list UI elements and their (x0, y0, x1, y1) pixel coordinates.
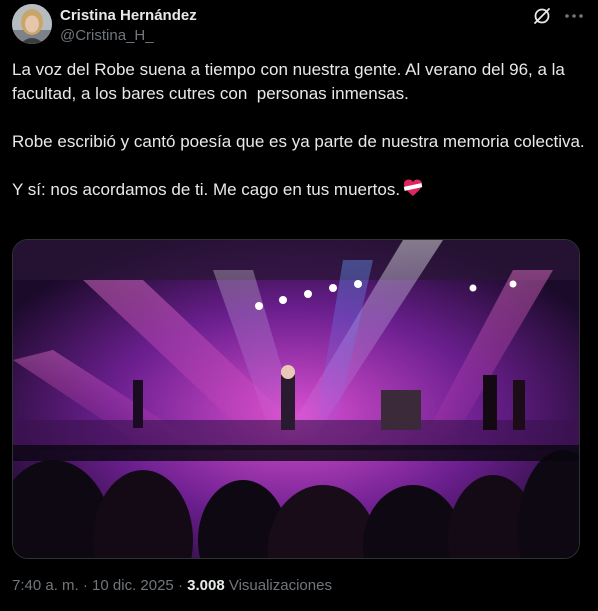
author-display-name[interactable]: Cristina Hernández (60, 6, 197, 26)
concert-photo-image (13, 240, 579, 558)
meta-separator: · (78, 577, 93, 594)
avatar[interactable] (12, 4, 52, 44)
tweet-paragraph-1: La voz del Robe suena a tiempo con nuest… (12, 60, 570, 103)
more-icon[interactable] (562, 6, 586, 26)
views-label[interactable]: Visualizaciones (225, 577, 332, 594)
tweet-paragraph-2: Robe escribió y cantó poesía que es ya p… (12, 132, 585, 151)
tweet-header: Cristina Hernández @Cristina_H_ (12, 4, 586, 48)
tweet-date[interactable]: 10 dic. 2025 (92, 577, 174, 594)
concert-photo[interactable] (12, 239, 580, 559)
tweet-time[interactable]: 7:40 a. m. (12, 577, 79, 594)
grok-icon[interactable] (532, 6, 552, 26)
tweet-meta: 7:40 a. m. · 10 dic. 2025 · 3.008 Visual… (12, 576, 332, 596)
heart-bandaged-icon (403, 179, 423, 196)
avatar-image (12, 4, 52, 44)
tweet-paragraph-3: Y sí: nos acordamos de ti. Me cago en tu… (12, 180, 401, 199)
author-handle[interactable]: @Cristina_H_ (60, 26, 197, 46)
meta-separator: · (173, 577, 188, 594)
tweet-text: La voz del Robe suena a tiempo con nuest… (12, 58, 586, 202)
views-count[interactable]: 3.008 (187, 577, 225, 594)
